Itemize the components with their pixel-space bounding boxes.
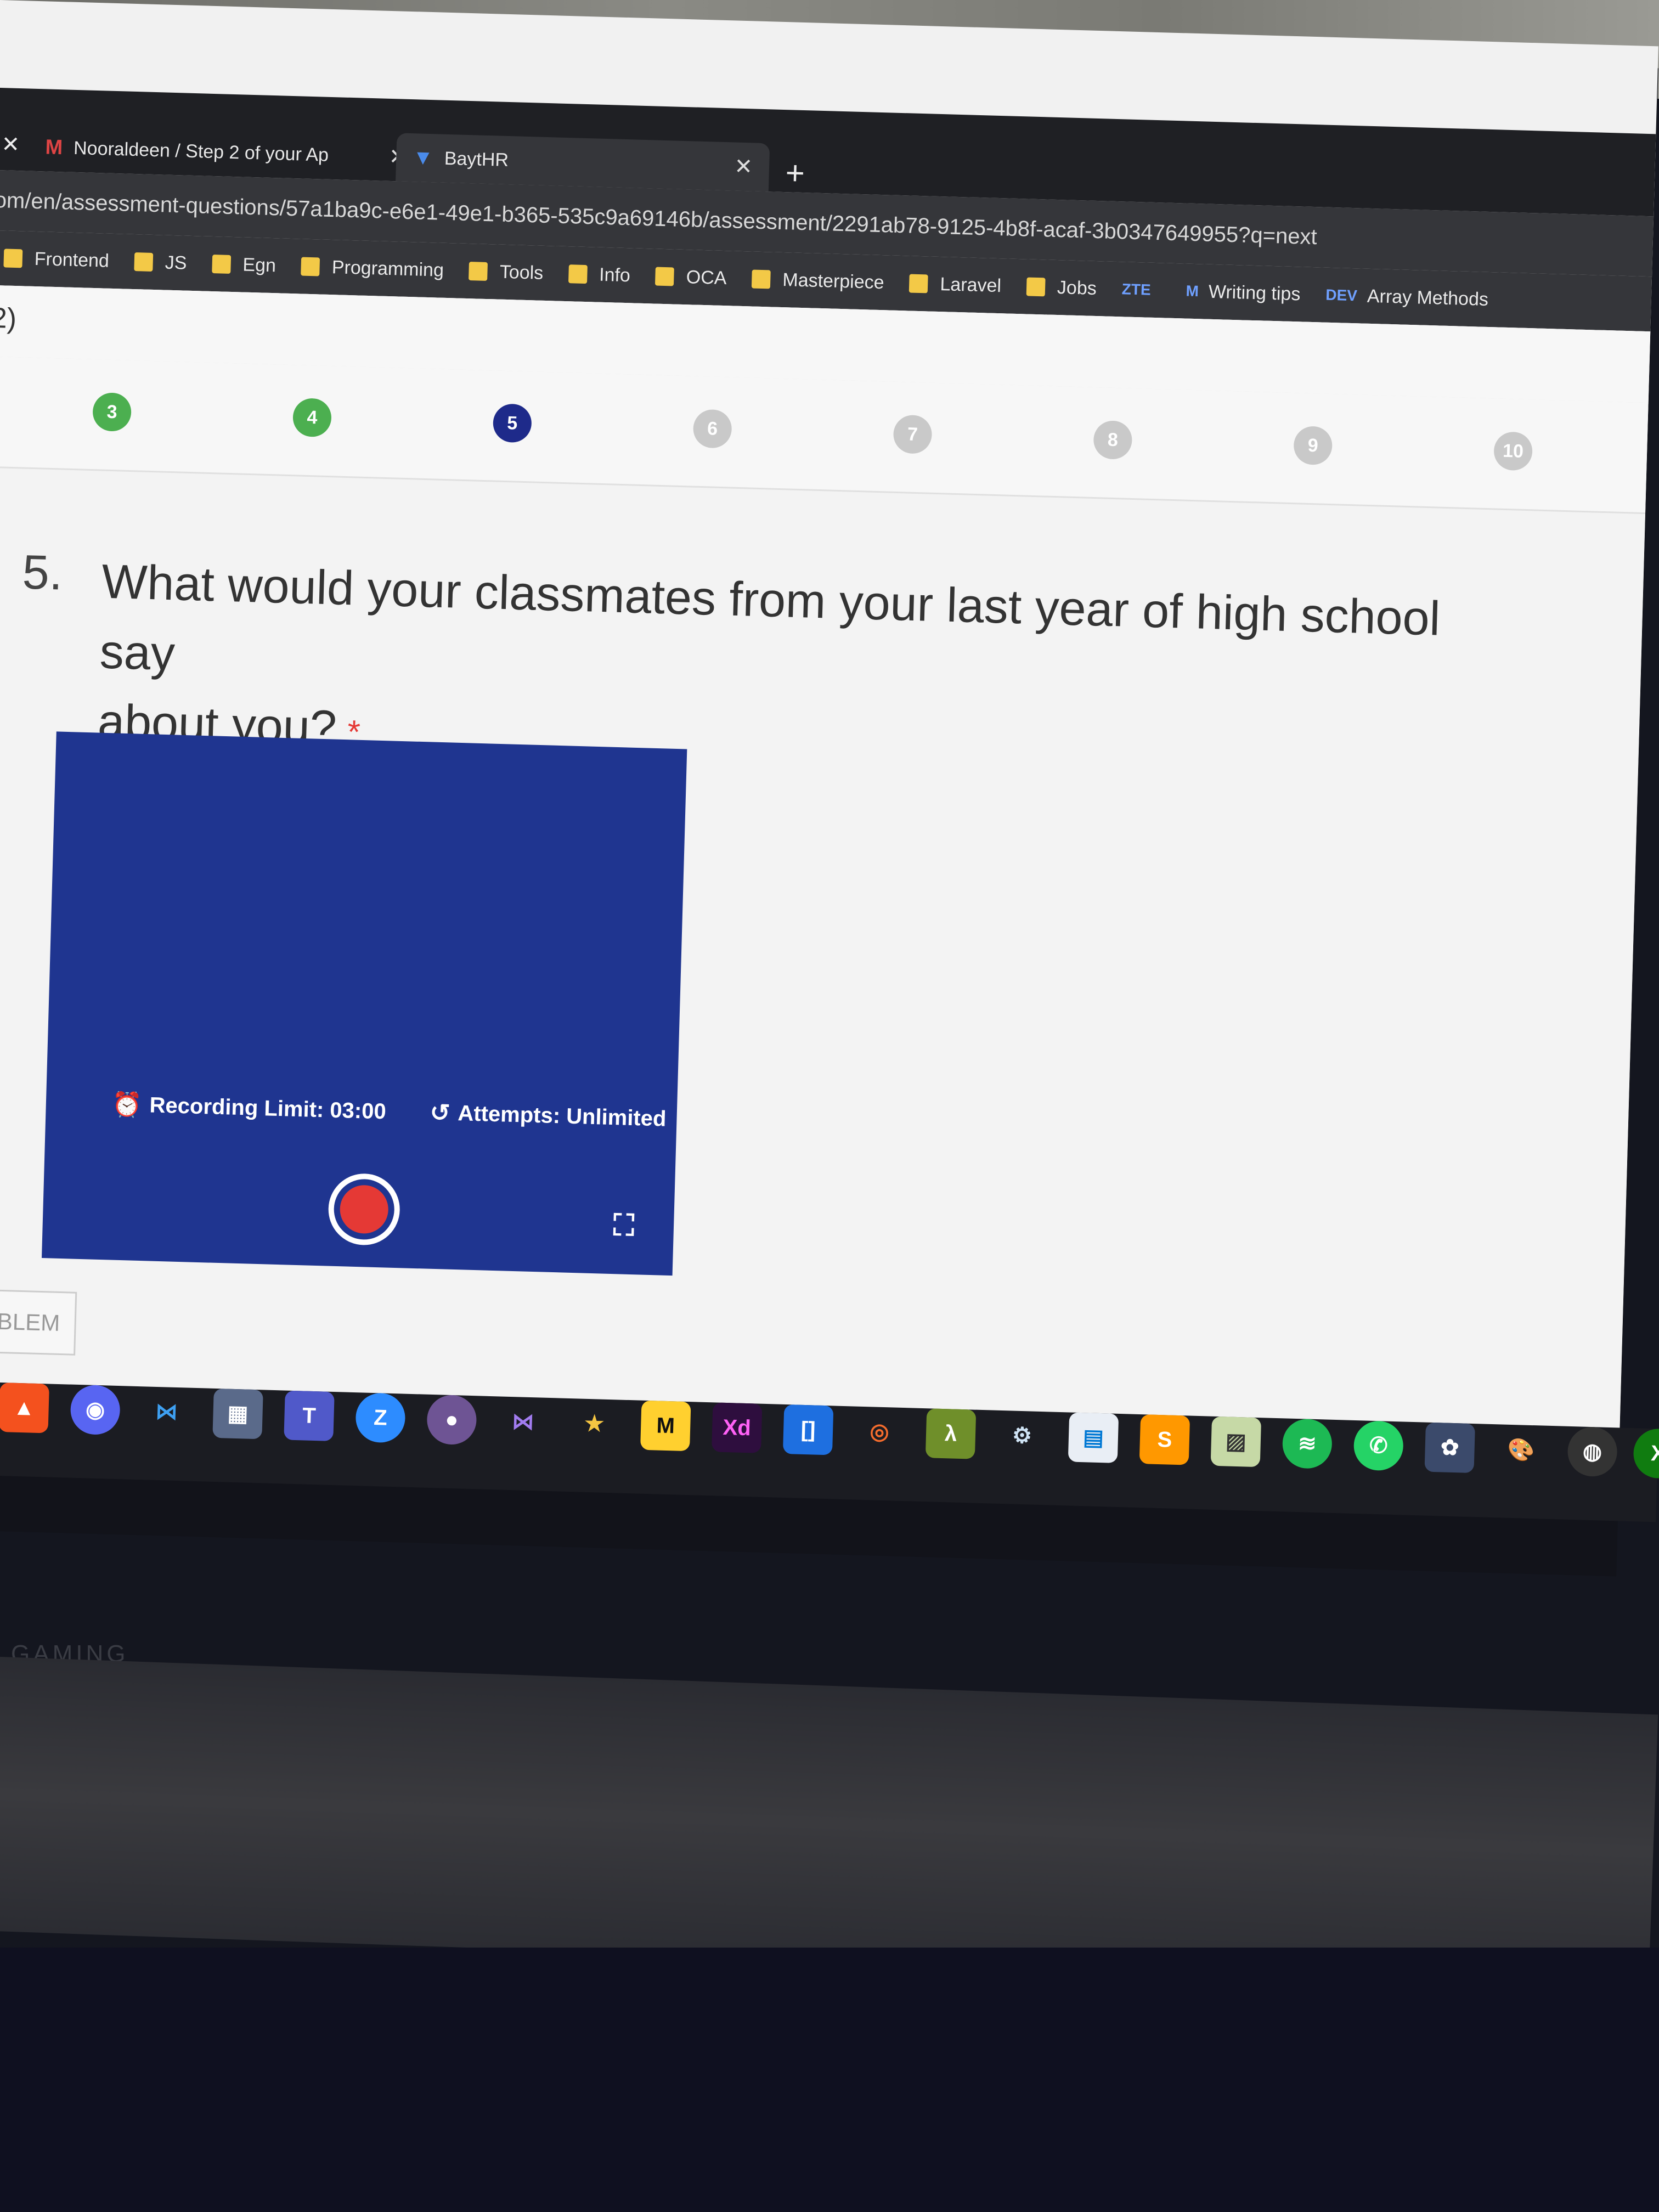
bookmark-folder[interactable]: Frontend xyxy=(3,247,109,272)
tab-label: Nooraldeen / Step 2 of your Ap xyxy=(73,137,329,166)
zoom-icon[interactable]: Z xyxy=(355,1392,406,1443)
report-problem-button[interactable]: OBLEM xyxy=(0,1289,77,1356)
steam-icon[interactable]: ⚙ xyxy=(997,1410,1047,1461)
miro-icon[interactable]: M xyxy=(640,1400,691,1452)
star-icon[interactable]: ★ xyxy=(569,1398,619,1449)
discord-icon[interactable]: ◉ xyxy=(70,1384,121,1436)
sublime-icon[interactable]: S xyxy=(1139,1414,1190,1465)
step-9: 9 xyxy=(1293,426,1333,466)
page-content: 2) 3 4 5 6 7 8 9 10 5. What would your c… xyxy=(0,285,1651,1429)
bookmark-link[interactable]: M Writing tips xyxy=(1186,280,1301,305)
bookmark-folder[interactable]: Programming xyxy=(301,256,444,281)
teams-icon[interactable]: T xyxy=(284,1390,335,1441)
visualstudio-icon[interactable]: ⋈ xyxy=(498,1396,548,1447)
bookmark-folder[interactable]: OCA xyxy=(655,266,727,289)
step-3[interactable]: 3 xyxy=(92,392,132,432)
bookmark-folder[interactable]: Masterpiece xyxy=(752,268,884,294)
step-4[interactable]: 4 xyxy=(292,398,332,438)
davinci-icon[interactable]: ✿ xyxy=(1424,1422,1475,1474)
paint-icon[interactable]: 🎨 xyxy=(1496,1424,1546,1475)
github-icon[interactable]: ● xyxy=(426,1394,477,1446)
laptop-keyboard xyxy=(0,1657,1658,1989)
obs-icon[interactable]: ◍ xyxy=(1567,1426,1618,1477)
header-fragment: 2) xyxy=(0,302,17,335)
folder-icon xyxy=(3,249,23,268)
dev-icon: DEV xyxy=(1325,286,1358,304)
new-tab-icon[interactable]: + xyxy=(785,154,805,192)
bookmark-folder[interactable]: Jobs xyxy=(1026,276,1097,300)
bookmark-link[interactable]: DEV Array Methods xyxy=(1325,284,1489,310)
gmail-icon: M xyxy=(44,135,63,159)
question-number: 5. xyxy=(21,544,64,600)
step-7: 7 xyxy=(893,414,933,454)
folder-icon xyxy=(568,264,588,284)
bracket-icon[interactable]: [] xyxy=(782,1404,834,1455)
laptop-screen: ✕ M Nooraldeen / Step 2 of your Ap ✕ ▼ B… xyxy=(0,0,1658,1429)
bookmark-folder[interactable]: JS xyxy=(134,251,187,274)
bookmark-link[interactable]: ZTE xyxy=(1121,280,1161,299)
folder-icon xyxy=(212,254,231,274)
bayt-icon: ▼ xyxy=(412,145,434,170)
xd-icon[interactable]: Xd xyxy=(711,1402,763,1453)
calculator-icon[interactable]: ▦ xyxy=(212,1388,263,1440)
store-icon[interactable]: ▤ xyxy=(1068,1412,1119,1463)
folder-icon xyxy=(909,274,929,294)
fullscreen-icon[interactable]: ⛶ xyxy=(613,1208,635,1243)
photo-icon[interactable]: ▨ xyxy=(1210,1416,1262,1468)
xbox-icon[interactable]: X xyxy=(1633,1428,1659,1479)
step-10: 10 xyxy=(1493,431,1533,471)
close-icon[interactable]: ✕ xyxy=(1,132,20,157)
step-8: 8 xyxy=(1093,420,1133,460)
close-icon[interactable]: ✕ xyxy=(734,154,753,180)
spotify-icon[interactable]: ≋ xyxy=(1282,1418,1333,1469)
tab-label: BaytHR xyxy=(444,148,509,171)
laptop-base xyxy=(0,1948,1659,2212)
step-6: 6 xyxy=(692,409,732,449)
step-5[interactable]: 5 xyxy=(492,403,532,443)
alarm-clock-icon: ⏰ xyxy=(111,1091,143,1119)
origin-icon[interactable]: ◎ xyxy=(854,1407,905,1457)
video-recorder[interactable]: ⏰ Recording Limit: 03:00 ↺ Attempts: Unl… xyxy=(42,731,687,1276)
bookmark-folder[interactable]: Egn xyxy=(212,253,276,276)
bookmark-folder[interactable]: Tools xyxy=(469,261,544,284)
record-dot-icon xyxy=(339,1184,389,1234)
bookmark-folder[interactable]: Laravel xyxy=(909,273,1002,297)
recording-limit: ⏰ Recording Limit: 03:00 xyxy=(111,1091,387,1124)
attempts-info: ↺ Attempts: Unlimited xyxy=(429,1099,667,1131)
lambda-icon[interactable]: λ xyxy=(925,1408,977,1459)
folder-icon xyxy=(1026,277,1046,297)
history-icon: ↺ xyxy=(429,1099,451,1127)
vscode-icon[interactable]: ⋈ xyxy=(141,1386,191,1437)
folder-icon xyxy=(301,257,320,276)
whatsapp-icon[interactable]: ✆ xyxy=(1353,1420,1404,1471)
folder-icon xyxy=(752,269,771,289)
brave-icon[interactable]: ▲ xyxy=(0,1383,49,1434)
bookmark-folder[interactable]: Info xyxy=(568,263,630,286)
folder-icon xyxy=(655,267,675,286)
folder-icon xyxy=(469,262,488,281)
record-button[interactable] xyxy=(327,1172,401,1246)
folder-icon xyxy=(134,252,154,272)
medium-icon: M xyxy=(1186,282,1199,300)
